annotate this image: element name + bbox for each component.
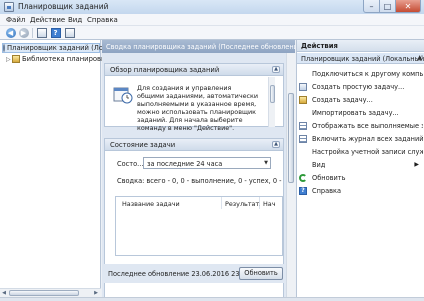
action-refresh[interactable]: Обновить: [299, 172, 423, 183]
window-title: Планировщик заданий: [18, 2, 109, 11]
summary-header: Сводка планировщика заданий (Последнее о…: [102, 40, 295, 53]
action-connect-computer[interactable]: Подключиться к другому компьютеру...: [299, 68, 423, 79]
overview-section: Обзор планировщика заданий ▲ Для создани…: [104, 63, 284, 132]
folder-icon: [12, 55, 20, 63]
action-label: Настройка учетной записи службы AT: [312, 147, 423, 156]
center-pane: Сводка планировщика заданий (Последнее о…: [102, 40, 295, 300]
status-period-label: Состо...: [117, 160, 144, 168]
menu-file[interactable]: Файл: [6, 16, 25, 24]
center-vertical-scrollbar[interactable]: [286, 53, 295, 297]
toolbar: ◀ ▶ ?: [0, 26, 424, 40]
scroll-thumb[interactable]: [9, 290, 79, 296]
collapse-section-icon[interactable]: ▲: [272, 66, 280, 73]
action-pane-icon: [64, 28, 75, 38]
minimize-button[interactable]: –: [363, 0, 380, 13]
toolbar-separator: [32, 28, 33, 38]
select-value: за последние 24 часа: [147, 160, 223, 168]
center-footer: Последнее обновление 23.06.2016 23:06:05…: [102, 264, 286, 283]
status-bar: [0, 297, 424, 301]
action-help[interactable]: ? Справка: [299, 185, 423, 196]
action-create-task[interactable]: Создать задачу...: [299, 94, 423, 105]
actions-title: Действия: [297, 40, 424, 52]
actions-group-label: Планировщик заданий (Локальный): [301, 55, 424, 63]
last-update-text: Последнее обновление 23.06.2016 23:06:05: [108, 270, 261, 278]
actions-group-header[interactable]: Планировщик заданий (Локальный) ▲: [297, 53, 424, 64]
calendar-clock-icon: [113, 87, 133, 104]
help-icon: ?: [299, 186, 307, 195]
action-label: Включить журнал всех заданий: [312, 134, 423, 143]
action-label: Импортировать задачу...: [312, 108, 399, 117]
action-view[interactable]: Вид ▶: [299, 159, 423, 170]
computer-icon: [299, 70, 307, 78]
column-header-result[interactable]: Результат...: [222, 197, 265, 209]
column-header-start[interactable]: Нач: [260, 197, 282, 209]
submenu-arrow-icon: ▶: [414, 161, 419, 168]
forward-button[interactable]: ▶: [17, 27, 30, 39]
back-button[interactable]: ◀: [4, 27, 17, 39]
action-enable-history[interactable]: Включить журнал всех заданий: [299, 133, 423, 144]
tree-item-root[interactable]: Планировщик заданий (Локальный): [2, 43, 137, 53]
status-summary: Сводка: всего - 0, 0 - выполнение, 0 - у…: [117, 177, 282, 185]
help-icon: ?: [50, 28, 61, 38]
scroll-thumb[interactable]: [270, 85, 275, 103]
show-hide-tree-button[interactable]: [35, 27, 48, 39]
running-tasks-icon: [299, 121, 307, 130]
clock-icon: [3, 44, 5, 52]
status-title: Состояние задачи: [110, 141, 176, 149]
summary-body: Обзор планировщика заданий ▲ Для создани…: [102, 53, 286, 300]
action-label: Справка: [312, 186, 342, 195]
action-label: Подключиться к другому компьютеру...: [312, 69, 423, 78]
help-button[interactable]: ?: [49, 27, 62, 39]
forward-arrow-icon: ▶: [18, 28, 29, 38]
scroll-thumb[interactable]: [288, 93, 294, 183]
tree-horizontal-scrollbar[interactable]: ◀ ▶: [0, 288, 101, 297]
window-controls: – □ ✕: [363, 0, 421, 13]
overview-description: Для создания и управления общими задания…: [137, 84, 259, 133]
collapse-section-icon[interactable]: ▲: [272, 141, 280, 148]
scroll-right-icon[interactable]: ▶: [92, 289, 100, 297]
overview-title: Обзор планировщика заданий: [110, 66, 220, 74]
refresh-button[interactable]: Обновить: [239, 267, 283, 280]
menu-view[interactable]: Вид: [68, 16, 82, 24]
action-at-service-account[interactable]: Настройка учетной записи службы AT: [299, 146, 423, 157]
chevron-down-icon: ▼: [264, 160, 268, 166]
menu-bar: Файл Действие Вид Справка: [0, 14, 424, 26]
menu-help[interactable]: Справка: [87, 16, 118, 24]
app-window: Планировщик заданий – □ ✕ Файл Действие …: [0, 0, 424, 301]
task-table: Название задачи Результат... Нач: [115, 196, 283, 256]
menu-action[interactable]: Действие: [30, 16, 65, 24]
new-task-icon: [299, 95, 307, 104]
task-scheduler-icon: [4, 2, 14, 12]
action-label: Создать простую задачу...: [312, 82, 405, 91]
column-header-task-name[interactable]: Название задачи: [116, 197, 222, 209]
overview-section-title[interactable]: Обзор планировщика заданий ▲: [105, 64, 283, 76]
action-label: Обновить: [312, 173, 346, 182]
action-create-basic-task[interactable]: Создать простую задачу...: [299, 81, 423, 92]
action-import-task[interactable]: Импортировать задачу...: [299, 107, 423, 118]
action-label: Отображать все выполняемые задачи: [312, 121, 423, 130]
view-icon: [299, 161, 307, 169]
action-display-running-tasks[interactable]: Отображать все выполняемые задачи: [299, 120, 423, 131]
overview-scrollbar[interactable]: [268, 77, 275, 127]
console-tree: Планировщик заданий (Локальный) ▷ Библио…: [0, 40, 152, 289]
actions-pane: Действия Планировщик заданий (Локальный)…: [296, 40, 424, 297]
status-period-select[interactable]: за последние 24 часа ▼: [143, 157, 271, 169]
console-tree-icon: [36, 28, 47, 38]
action-label: Вид: [312, 160, 326, 169]
collapse-icon[interactable]: ▲: [417, 54, 422, 61]
account-icon: [299, 148, 307, 156]
import-icon: [299, 109, 307, 117]
back-arrow-icon: ◀: [5, 28, 16, 38]
maximize-button[interactable]: □: [380, 0, 396, 13]
status-section-title[interactable]: Состояние задачи ▲: [105, 139, 283, 151]
refresh-icon: [299, 173, 307, 182]
scroll-left-icon[interactable]: ◀: [0, 289, 8, 297]
history-icon: [299, 134, 307, 143]
action-pane-button[interactable]: [63, 27, 76, 39]
title-bar: Планировщик заданий – □ ✕: [0, 0, 424, 14]
action-label: Создать задачу...: [312, 95, 373, 104]
task-wizard-icon: [299, 82, 307, 91]
close-button[interactable]: ✕: [396, 0, 421, 13]
